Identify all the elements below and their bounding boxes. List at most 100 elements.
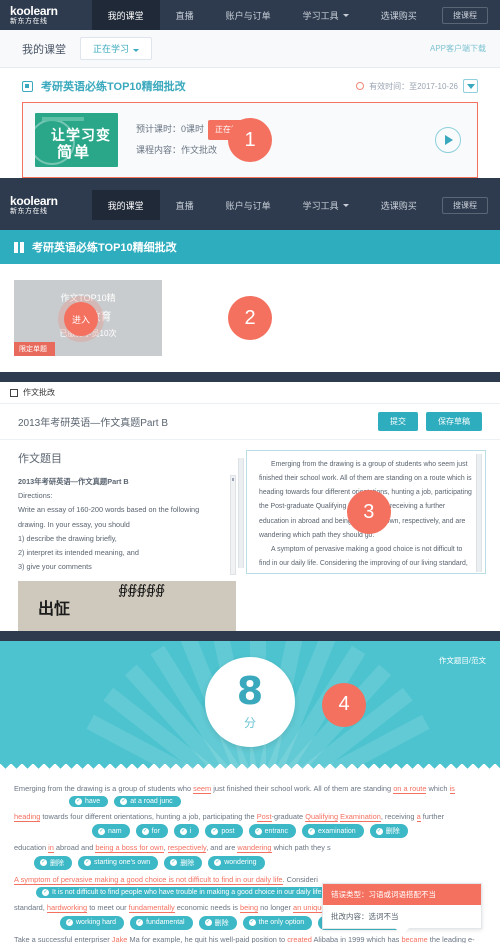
nav-item-live[interactable]: 直播 bbox=[160, 190, 210, 220]
tooltip-comment-label: 批改内容： bbox=[331, 911, 369, 921]
suggestion-chip-label: nam bbox=[108, 827, 122, 835]
error-text[interactable]: being bbox=[239, 903, 259, 914]
nav-item-buy-courses[interactable]: 选课购买 bbox=[365, 0, 433, 30]
suggestion-chip[interactable]: ✓ wondering bbox=[208, 855, 265, 870]
nav-right: 搜课程 bbox=[442, 7, 488, 24]
error-text[interactable]: fundamentally bbox=[128, 903, 175, 914]
error-text[interactable]: Qualifying bbox=[305, 812, 339, 822]
suggestion-chip-label: 删除 bbox=[214, 919, 229, 927]
prompt-scrollbar[interactable] bbox=[230, 475, 236, 575]
suggestion-chip[interactable]: ✓ nam bbox=[92, 824, 130, 839]
error-text[interactable]: wandering bbox=[237, 843, 272, 854]
error-text[interactable]: seem bbox=[193, 783, 212, 794]
error-text[interactable]: created bbox=[287, 934, 312, 943]
suggestion-chip[interactable]: ✓ fundamental bbox=[130, 915, 193, 930]
nav-item-study-tools[interactable]: 学习工具 bbox=[287, 190, 365, 220]
suggestion-chip[interactable]: ✓ 删除 bbox=[198, 915, 237, 930]
error-text[interactable]: Examination bbox=[340, 812, 381, 822]
plain-text: towards four different orientations, hun… bbox=[40, 812, 257, 821]
nav-right: 搜课程 bbox=[442, 197, 488, 214]
plain-text: , and are bbox=[206, 843, 238, 853]
chevron-down-icon bbox=[466, 83, 475, 89]
check-icon: ✓ bbox=[141, 827, 149, 835]
essay-toolbar-buttons: 提交 保存草稿 bbox=[378, 412, 482, 431]
error-text[interactable]: being a boss for own bbox=[95, 843, 164, 854]
app-download-link[interactable]: APP客户端下载 bbox=[430, 43, 486, 54]
tooltip-error-type-value: 习语或词语搭配不当 bbox=[368, 889, 437, 899]
suggestion-chip[interactable]: ✓ 删除 bbox=[164, 855, 203, 870]
suggestion-chip-label: i bbox=[189, 827, 192, 835]
course-thumbnail: 让学习变 简单 bbox=[35, 113, 118, 167]
suggestion-chip[interactable]: ✓ the only option bbox=[242, 915, 313, 930]
suggestion-chip[interactable]: ✓ It is not difficult to find people who … bbox=[36, 887, 330, 899]
suggestion-chip[interactable]: ✓ i bbox=[173, 824, 200, 839]
suggestion-chip-label: fundamental bbox=[146, 919, 185, 927]
course-detail-title: 考研英语必练TOP10精细批改 bbox=[32, 242, 177, 254]
error-text[interactable]: A symptom of pervasive making a good cho… bbox=[14, 874, 283, 885]
suggestion-chip-label: entranc bbox=[264, 827, 288, 835]
play-button[interactable] bbox=[435, 127, 461, 153]
nav-item-study-tools[interactable]: 学习工具 bbox=[287, 0, 365, 30]
play-icon bbox=[445, 135, 453, 145]
error-text[interactable]: Post bbox=[256, 812, 272, 822]
error-text[interactable]: heading bbox=[14, 812, 41, 822]
nav-item-my-classroom[interactable]: 我的课堂 bbox=[91, 0, 160, 30]
error-text[interactable]: hardworking bbox=[46, 903, 88, 914]
plain-text: abroad and bbox=[53, 843, 96, 853]
essay-answer-column: Emerging from the drawing is a group of … bbox=[238, 450, 486, 631]
correction-line: Emerging from the drawing is a group of … bbox=[14, 783, 486, 794]
nav-item-live[interactable]: 直播 bbox=[160, 0, 210, 30]
suggestion-chip[interactable]: ✓ starting one's own bbox=[78, 855, 159, 870]
submit-button[interactable]: 提交 bbox=[378, 412, 418, 431]
logo-sub-text: 新东方在线 bbox=[10, 18, 48, 25]
suggestion-chip-label: at a road junc bbox=[130, 798, 173, 805]
search-course-button[interactable]: 搜课程 bbox=[442, 197, 488, 214]
suggestion-chip[interactable]: ✓ examination bbox=[301, 824, 364, 839]
essay-scrollbar[interactable] bbox=[476, 454, 482, 572]
sample-essay-link[interactable]: 作文题目/范文 bbox=[439, 655, 486, 666]
nav-item-account-orders[interactable]: 账户与订单 bbox=[210, 190, 287, 220]
plain-text: Alibaba in 1999 which has bbox=[311, 934, 402, 943]
nav-label: 选课购买 bbox=[380, 10, 417, 21]
save-draft-button[interactable]: 保存草稿 bbox=[426, 412, 482, 431]
error-text[interactable]: respectively bbox=[167, 843, 207, 854]
app-page: koolearn 新东方在线 我的课堂 直播 账户与订单 学习工具 选课购买 搜… bbox=[0, 0, 500, 943]
enter-button[interactable]: 进入 bbox=[64, 302, 98, 336]
prompt-item-2: 2) interpret its intended meaning, and bbox=[18, 548, 139, 558]
suggestion-chip[interactable]: ✓ have bbox=[69, 796, 109, 807]
suggestion-chip-label: 删除 bbox=[50, 859, 64, 867]
error-text[interactable]: on a route bbox=[393, 783, 427, 794]
suggestion-chip-label: post bbox=[221, 827, 235, 835]
course-title[interactable]: 考研英语必练TOP10精细批改 bbox=[41, 78, 186, 94]
prompt-heading: 作文题目 bbox=[18, 453, 62, 465]
status-filter-dropdown[interactable]: 正在学习 bbox=[80, 37, 153, 60]
nav-item-buy-courses[interactable]: 选课购买 bbox=[365, 190, 433, 220]
error-text[interactable]: is bbox=[449, 783, 455, 794]
nav-item-account-orders[interactable]: 账户与订单 bbox=[210, 0, 287, 30]
suggestion-chip[interactable]: ✓ 删除 bbox=[34, 855, 72, 870]
lesson-card[interactable]: 作文TOP10精 批改 教育 已服务学员10次 限定单题 进入 bbox=[14, 280, 162, 356]
suggestion-chip[interactable]: ✓ post bbox=[205, 824, 243, 839]
check-icon: ✓ bbox=[254, 827, 262, 835]
section-essay-editor: 作文批改 2013年考研英语—作文真题Part B 提交 保存草稿 作文题目 2… bbox=[0, 382, 500, 631]
expand-toggle-button[interactable] bbox=[463, 79, 478, 93]
essay-columns: 作文题目 2013年考研英语—作文真题Part B Directions: Wr… bbox=[0, 440, 500, 631]
koolearn-logo: koolearn 新东方在线 bbox=[10, 195, 72, 215]
koolearn-logo: koolearn 新东方在线 bbox=[10, 5, 72, 25]
left-rail-scrollbar[interactable] bbox=[238, 458, 244, 568]
error-text[interactable]: became bbox=[401, 934, 428, 943]
course-card[interactable]: 让学习变 简单 预计课时：0课时正在学习 课程内容：作文批改 1 bbox=[22, 102, 478, 178]
suggestion-chip[interactable]: ✓ working hard bbox=[60, 915, 125, 930]
search-course-button[interactable]: 搜课程 bbox=[442, 7, 488, 24]
suggestion-chip[interactable]: ✓ for bbox=[135, 824, 168, 839]
suggestion-chip[interactable]: ✓ 删除 bbox=[369, 824, 408, 839]
prompt-title: 2013年考研英语—作文真题Part B bbox=[18, 477, 129, 486]
classroom-subbar: 我的课堂 正在学习 APP客户端下载 bbox=[0, 30, 500, 68]
suggestion-chip[interactable]: ✓ entranc bbox=[248, 824, 296, 839]
nav-item-my-classroom[interactable]: 我的课堂 bbox=[91, 190, 160, 220]
suggestion-chip[interactable]: ✓ at a road junc bbox=[114, 796, 181, 807]
error-text[interactable]: Jake bbox=[111, 934, 128, 943]
plain-text: just finished their school work. All of … bbox=[211, 783, 394, 793]
suggestion-chip-label: the only option bbox=[258, 919, 305, 927]
check-icon: ✓ bbox=[248, 919, 256, 927]
